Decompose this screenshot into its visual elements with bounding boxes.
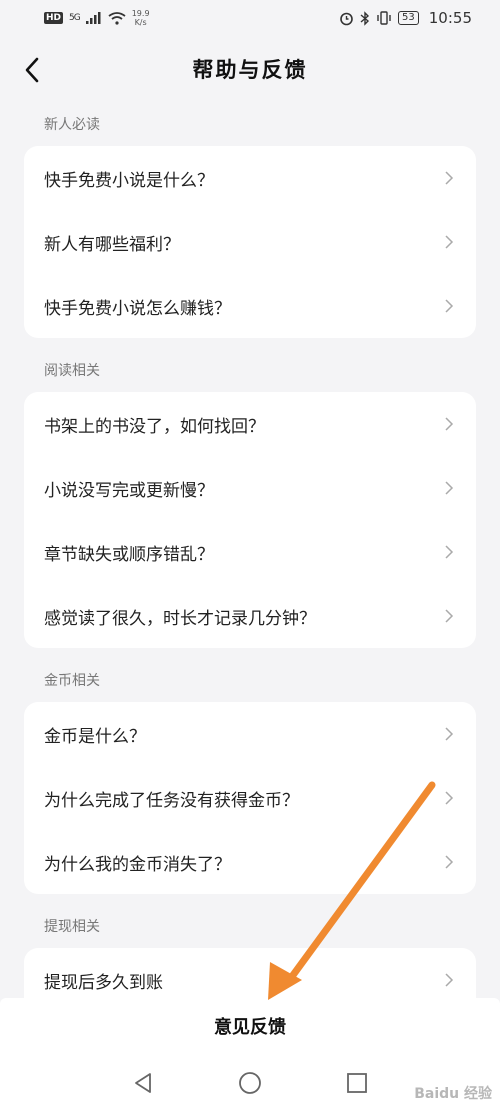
section-label-newbie: 新人必读 — [44, 117, 100, 133]
chevron-right-icon — [445, 235, 454, 249]
network-label: 5G — [69, 13, 81, 23]
alarm-icon — [340, 12, 353, 25]
chevron-right-icon — [445, 545, 454, 559]
circle-home-icon — [239, 1071, 261, 1094]
bluetooth-icon — [360, 10, 370, 26]
faq-item-label: 小说没写完或更新慢？ — [44, 480, 214, 501]
faq-item[interactable]: 金币是什么？ — [24, 702, 476, 766]
wifi-icon — [108, 11, 126, 25]
faq-item[interactable]: 感觉读了很久，时长才记录几分钟？ — [24, 584, 476, 648]
chevron-right-icon — [445, 417, 454, 431]
watermark: Baidu 经验 — [414, 1086, 492, 1102]
faq-item[interactable]: 为什么我的金币消失了？ — [24, 830, 476, 894]
chevron-right-icon — [445, 299, 454, 313]
nav-back-button[interactable] — [123, 1063, 163, 1103]
speed-value: 19.9 — [131, 9, 150, 18]
faq-item-label: 感觉读了很久，时长才记录几分钟？ — [44, 608, 316, 629]
faq-item[interactable]: 章节缺失或顺序错乱？ — [24, 520, 476, 584]
chevron-right-icon — [445, 171, 454, 185]
page-title: 帮助与反馈 — [192, 58, 308, 82]
section-label-coins: 金币相关 — [44, 673, 100, 689]
battery-indicator: 53 — [398, 11, 419, 25]
vibrate-icon — [377, 11, 391, 25]
back-button[interactable] — [16, 50, 48, 90]
status-left: HD 5G 19.9 K/s — [44, 9, 150, 27]
signal-icon — [85, 12, 101, 24]
section-card-reading: 书架上的书没了，如何找回？ 小说没写完或更新慢？ 章节缺失或顺序错乱？ 感觉读了… — [24, 392, 476, 648]
clock: 10:55 — [428, 9, 472, 27]
faq-item[interactable]: 新人有哪些福利？ — [24, 210, 476, 274]
faq-item-label: 为什么我的金币消失了？ — [44, 854, 231, 875]
faq-item-label: 快手免费小说是什么？ — [44, 170, 214, 191]
net-speed: 19.9 K/s — [132, 9, 150, 27]
status-bar: HD 5G 19.9 K/s 53 10:55 — [0, 0, 500, 36]
chevron-left-icon — [25, 57, 39, 83]
faq-list: 新人必读 快手免费小说是什么？ 新人有哪些福利？ 快手免费小说怎么赚钱？ 阅读相… — [0, 102, 500, 1012]
status-right: 53 10:55 — [339, 9, 472, 27]
hd-badge: HD — [44, 12, 64, 24]
feedback-bar: 意见反馈 — [0, 998, 500, 1054]
faq-item[interactable]: 快手免费小说是什么？ — [24, 146, 476, 210]
nav-home-button[interactable] — [230, 1063, 270, 1103]
chevron-right-icon — [445, 609, 454, 623]
faq-item-label: 金币是什么？ — [44, 726, 146, 747]
faq-item-label: 快手免费小说怎么赚钱？ — [44, 298, 231, 319]
faq-item-label: 为什么完成了任务没有获得金币？ — [44, 790, 299, 811]
page-header: 帮助与反馈 — [0, 36, 500, 102]
chevron-right-icon — [445, 855, 454, 869]
faq-item[interactable]: 快手免费小说怎么赚钱？ — [24, 274, 476, 338]
faq-item[interactable]: 为什么完成了任务没有获得金币？ — [24, 766, 476, 830]
faq-item-label: 章节缺失或顺序错乱？ — [44, 544, 214, 565]
faq-item-label: 提现后多久到账 — [44, 972, 163, 993]
chevron-right-icon — [445, 727, 454, 741]
chevron-right-icon — [445, 791, 454, 805]
speed-unit: K/s — [134, 18, 147, 27]
faq-item[interactable]: 小说没写完或更新慢？ — [24, 456, 476, 520]
nav-recents-button[interactable] — [337, 1063, 377, 1103]
chevron-right-icon — [445, 973, 454, 987]
section-label-reading: 阅读相关 — [44, 363, 100, 379]
chevron-right-icon — [445, 481, 454, 495]
faq-item-label: 书架上的书没了，如何找回？ — [44, 416, 265, 437]
feedback-button[interactable]: 意见反馈 — [214, 1013, 286, 1039]
triangle-back-icon — [135, 1072, 152, 1093]
section-label-withdraw: 提现相关 — [44, 919, 100, 935]
faq-item[interactable]: 书架上的书没了，如何找回？ — [24, 392, 476, 456]
square-recents-icon — [346, 1072, 367, 1093]
section-card-newbie: 快手免费小说是什么？ 新人有哪些福利？ 快手免费小说怎么赚钱？ — [24, 146, 476, 338]
faq-item-label: 新人有哪些福利？ — [44, 234, 180, 255]
section-card-coins: 金币是什么？ 为什么完成了任务没有获得金币？ 为什么我的金币消失了？ — [24, 702, 476, 894]
